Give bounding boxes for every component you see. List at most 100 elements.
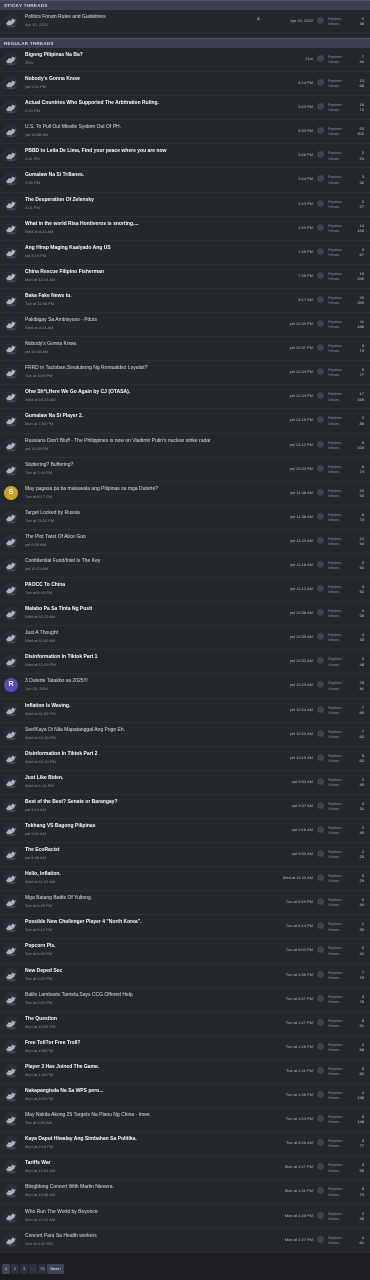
thread-title-link[interactable]: Russians Don't Bluff - The Philippines i…	[25, 438, 265, 444]
last-poster-avatar[interactable]	[317, 55, 324, 62]
thread-row[interactable]: China Rescue Filipino Fisherman Mon at 12…	[0, 265, 370, 289]
thread-start-date[interactable]: Tue at 7:44 PM	[25, 470, 52, 475]
last-post-time[interactable]: yst 10:20 AM	[290, 731, 313, 736]
thread-title-link[interactable]: Gumalaw Na Si Trillanes.	[25, 172, 265, 178]
thread-row[interactable]: Malabo Pa Sa Tinta Ng Pusit Wed at 11:23 …	[0, 602, 370, 627]
last-poster-avatar[interactable]	[317, 1091, 324, 1099]
thread-row[interactable]: Possible New Challenger Player 4 "North …	[0, 915, 370, 940]
avatar[interactable]	[4, 1039, 18, 1054]
thread-row[interactable]: Best of the Best? Senate or Barangay? yst…	[0, 795, 370, 819]
thread-row[interactable]: Confidential Fund/Intel Is The Key yst 10…	[0, 554, 370, 579]
thread-start-date[interactable]: Wed at 4:22 AM	[25, 229, 53, 234]
thread-start-date[interactable]: Mon at 1:43 PM	[25, 1072, 53, 1077]
thread-title-link[interactable]: Mga Batang Battle Of Yultong.	[25, 895, 265, 901]
last-post-time[interactable]: Tue at 8:26 AM	[286, 1140, 313, 1145]
thread-start-date[interactable]: 2:11 PM	[25, 156, 40, 161]
thread-title-link[interactable]: Malabo Pa Sa Tinta Ng Pusit	[25, 606, 265, 612]
last-post-time[interactable]: 2:43 PM	[298, 201, 313, 206]
thread-row[interactable]: Kaya Daput Hiwalay Ang Simbahan Sa Polit…	[0, 1132, 370, 1157]
thread-title-link[interactable]: 3 Duterte Tatakbo sa 2025!!!	[25, 678, 265, 684]
thread-start-date[interactable]: yst 9:14 AM	[25, 807, 46, 812]
thread-row[interactable]: The Desperation Of Zelensky 2:01 PM 2:43 P…	[0, 193, 370, 217]
last-poster-avatar[interactable]	[317, 994, 324, 1002]
last-poster-avatar[interactable]	[317, 898, 324, 906]
last-poster-avatar[interactable]	[317, 199, 324, 207]
avatar[interactable]	[4, 895, 18, 910]
thread-title-link[interactable]: Blingblong Concert With Martin Nievera.	[25, 1184, 265, 1190]
last-post-time[interactable]: yst 12:12 PM	[290, 442, 313, 447]
avatar[interactable]	[4, 823, 18, 837]
last-poster-avatar[interactable]	[317, 320, 324, 328]
next-page-button[interactable]: Next ›	[47, 1263, 65, 1274]
thread-row[interactable]: Nobody's Gonna Know. yst 10:45 AM yst 12:3…	[0, 337, 370, 362]
thread-title-link[interactable]: Baka Fake News to.	[25, 293, 265, 299]
thread-start-date[interactable]: Mon at 8:25 PM	[25, 1096, 53, 1101]
thread-title-link[interactable]: Nakapangisda Na Sa WPS pero...	[25, 1088, 265, 1094]
last-post-time[interactable]: yst 10:35 AM	[290, 634, 313, 639]
thread-start-date[interactable]: Wed at 4:14 AM	[25, 325, 53, 330]
last-post-time[interactable]: Tue at 6:00 PM	[286, 947, 313, 952]
last-post-time[interactable]: 21m	[305, 56, 313, 61]
thread-start-date[interactable]: Mon at 4:58 PM	[25, 1048, 53, 1053]
avatar[interactable]	[4, 172, 18, 187]
last-poster-avatar[interactable]	[317, 464, 324, 472]
thread-title-link[interactable]: Stuttering? Buffering?	[25, 462, 265, 468]
last-poster-avatar[interactable]	[317, 729, 324, 737]
last-poster-avatar[interactable]	[317, 753, 324, 761]
last-poster-avatar[interactable]	[317, 826, 324, 833]
thread-row[interactable]: Blingblong Concert With Martin Nievera. M…	[0, 1180, 370, 1205]
last-poster-avatar[interactable]	[317, 874, 324, 882]
thread-row[interactable]: The Question Mon at 10:52 PM Tue at 1:47 P…	[0, 1012, 370, 1036]
thread-title-link[interactable]: Popcorn Pls.	[25, 943, 265, 949]
avatar[interactable]	[4, 1136, 18, 1151]
avatar[interactable]	[4, 991, 18, 1006]
avatar[interactable]	[4, 943, 18, 958]
thread-row[interactable]: Ang Hirap Maging Kaalyado Ang US yst 8:19…	[0, 241, 370, 265]
avatar[interactable]	[4, 582, 18, 597]
avatar[interactable]	[4, 124, 18, 139]
last-poster-avatar[interactable]	[317, 127, 324, 135]
avatar[interactable]	[4, 1208, 18, 1223]
thread-start-date[interactable]: Tue at 5:43 PM	[25, 590, 52, 595]
thread-row[interactable]: PAOCC To China Tue at 5:43 PM yst 11:12 AM…	[0, 578, 370, 603]
thread-title-link[interactable]: Kaya Daput Hiwalay Ang Simbahan Sa Polit…	[25, 1136, 265, 1142]
avatar[interactable]	[4, 1232, 18, 1247]
last-post-time[interactable]: 1:59 PM	[298, 225, 313, 230]
thread-start-date[interactable]: Tue at 1:37 PM	[25, 976, 52, 981]
thread-start-date[interactable]: yst 10:31 AM	[25, 566, 48, 571]
avatar[interactable]	[4, 1160, 18, 1175]
last-post-time[interactable]: Mon at 3:17 PM	[285, 1164, 313, 1169]
last-post-time[interactable]: Mon at 1:27 PM	[285, 1237, 313, 1242]
thread-row[interactable]: Gumalaw Na Si Trillanes. 2:06 PM 2:44 PM Re…	[0, 168, 370, 193]
thread-title-link[interactable]: May Nakita Akong 25 Targets Na Planu Ng …	[25, 1112, 265, 1118]
avatar[interactable]	[4, 774, 18, 789]
avatar[interactable]	[4, 606, 18, 621]
last-post-time[interactable]: 1:45 PM	[298, 249, 313, 254]
avatar[interactable]	[4, 750, 18, 765]
last-post-time[interactable]: yst 9:18 AM	[292, 827, 313, 832]
last-poster-avatar[interactable]	[317, 416, 324, 424]
thread-start-date[interactable]: yst 3:34 PM	[25, 84, 46, 89]
last-poster-avatar[interactable]	[317, 1042, 324, 1050]
last-poster-avatar[interactable]	[317, 392, 324, 400]
page-link[interactable]: 1	[2, 1263, 10, 1274]
thread-row[interactable]: See!Kaya Di Nila Mapatanggal Ang Pogo Eh…	[0, 723, 370, 747]
thread-title-link[interactable]: Gumalaw Na Si Player 2.	[25, 413, 265, 419]
thread-row[interactable]: R 3 Duterte Tatakbo sa 2025!!! Jun 25, 202…	[0, 674, 370, 699]
thread-row[interactable]: May Nakita Akong 25 Targets Na Planu Ng …	[0, 1108, 370, 1133]
thread-title-link[interactable]: What in the world Risa Hontiveros is sno…	[25, 221, 265, 227]
last-post-time[interactable]: yst 12:37 PM	[290, 345, 313, 350]
last-post-time[interactable]: yst 10:24 AM	[290, 707, 313, 712]
avatar[interactable]	[4, 196, 18, 211]
last-post-time[interactable]: Tue at 6:29 PM	[286, 899, 313, 904]
avatar[interactable]	[4, 317, 18, 332]
thread-row[interactable]: Pakibigay Sa Ambisyoso - Pduts Wed at 4:1…	[0, 313, 370, 338]
avatar[interactable]	[4, 919, 18, 934]
avatar[interactable]	[4, 52, 18, 66]
avatar[interactable]	[4, 437, 18, 452]
thread-row[interactable]: Just A Thought Wed at 11:09 AM yst 10:35 A…	[0, 626, 370, 651]
thread-start-date[interactable]: Wed at 12:09 PM	[25, 662, 56, 667]
thread-start-date[interactable]: Mon at 10:46 AM	[25, 1192, 55, 1197]
thread-row[interactable]: Ohw Sh*t,Here We Go Again by CJ (OTASA).…	[0, 385, 370, 410]
thread-start-date[interactable]: Tue at 11:08 PM	[25, 301, 54, 306]
